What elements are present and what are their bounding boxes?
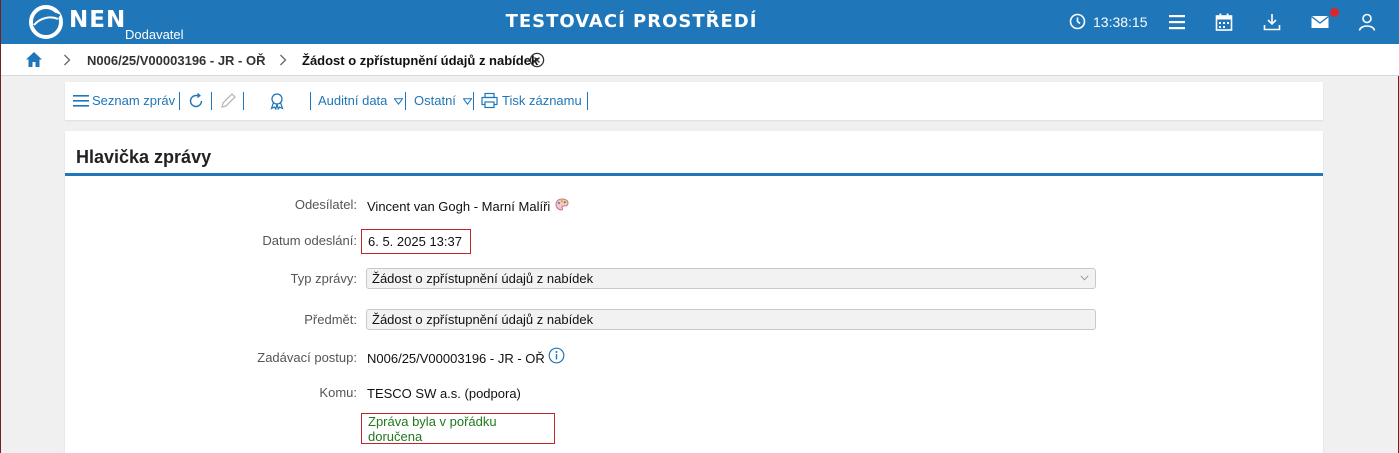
breadcrumb-procedure[interactable]: N006/25/V00003196 - JR - OŘ [87,53,266,68]
sent-date-value: 6. 5. 2025 13:37 [368,234,462,249]
message-type-select[interactable]: Žádost o zpřístupnění údajů z nabídek [366,268,1096,289]
audit-data-label: Auditní data [318,93,388,108]
sent-date-label: Datum odeslání: [262,233,357,248]
clock-icon [1069,13,1086,30]
sender-label: Odesílatel: [294,197,357,212]
breadcrumb-current: Žádost o zpřístupnění údajů z nabídek [302,53,539,68]
procedure-value[interactable]: N006/25/V00003196 - JR - OŘ [367,351,545,366]
session-clock: 13:38:15 [1093,14,1148,30]
toolbar: Seznam zpráv Auditní data Ostatní Tisk z… [65,82,1323,120]
home-icon[interactable] [25,51,43,68]
mail-icon[interactable] [1310,12,1330,32]
download-icon[interactable] [1262,12,1282,32]
notification-badge [1330,8,1339,17]
message-type-value: Žádost o zpřístupnění údajů z nabídek [372,271,594,286]
print-record-button[interactable]: Tisk záznamu [502,93,582,108]
toolbar-divider [179,92,180,110]
list-icon[interactable] [73,94,89,108]
caret-down-icon [462,98,473,106]
chevron-right-icon [64,54,71,66]
subject-value: Žádost o zpřístupnění údajů z nabídek [372,312,594,327]
delivery-status-text: Zpráva byla v pořádku doručena [368,413,497,444]
caret-down-icon [393,98,404,106]
other-label: Ostatní [414,93,456,108]
toolbar-divider [211,92,212,110]
chevron-right-icon [280,54,287,66]
delivery-status-badge: Zpráva byla v pořádku doručena [361,413,555,444]
message-header-panel: Hlavička zprávy Odesílatel: Vincent van … [65,131,1323,453]
breadcrumb: N006/25/V00003196 - JR - OŘ Žádost o zpř… [1,44,1399,76]
subject-field[interactable]: Žádost o zpřístupnění údajů z nabídek [366,309,1096,330]
message-list-button[interactable]: Seznam zpráv [92,93,175,108]
menu-icon[interactable] [1167,12,1187,32]
pencil-icon[interactable] [219,92,237,110]
toolbar-divider [310,92,311,110]
refresh-icon[interactable] [187,92,205,110]
other-menu[interactable]: Ostatní [414,93,473,108]
recipient-label: Komu: [319,385,357,400]
sent-date-highlight: 6. 5. 2025 13:37 [361,229,471,254]
procedure-label: Zadávací postup: [257,350,357,365]
message-type-label: Typ zprávy: [290,271,357,286]
subject-label: Předmět: [304,312,357,327]
toolbar-divider [405,92,406,110]
sender-value[interactable]: Vincent van Gogh - Marní Malíři [367,199,550,214]
chevron-down-icon [1080,275,1089,281]
top-bar: NEN Dodavatel TESTOVACÍ PROSTŘEDÍ 13:38:… [1,0,1399,44]
panel-title: Hlavička zprávy [76,147,212,167]
calendar-icon[interactable] [1214,12,1234,32]
award-icon[interactable] [268,92,286,110]
info-icon[interactable] [548,347,565,364]
toolbar-divider [243,92,244,110]
palette-icon [555,198,569,211]
close-icon[interactable] [529,52,545,68]
printer-icon[interactable] [481,92,498,109]
user-icon[interactable] [1357,12,1377,32]
toolbar-divider [473,92,474,110]
recipient-value[interactable]: TESCO SW a.s. (podpora) [367,386,521,401]
panel-title-rule [65,173,1323,176]
audit-data-menu[interactable]: Auditní data [318,93,404,108]
toolbar-divider [587,92,588,110]
